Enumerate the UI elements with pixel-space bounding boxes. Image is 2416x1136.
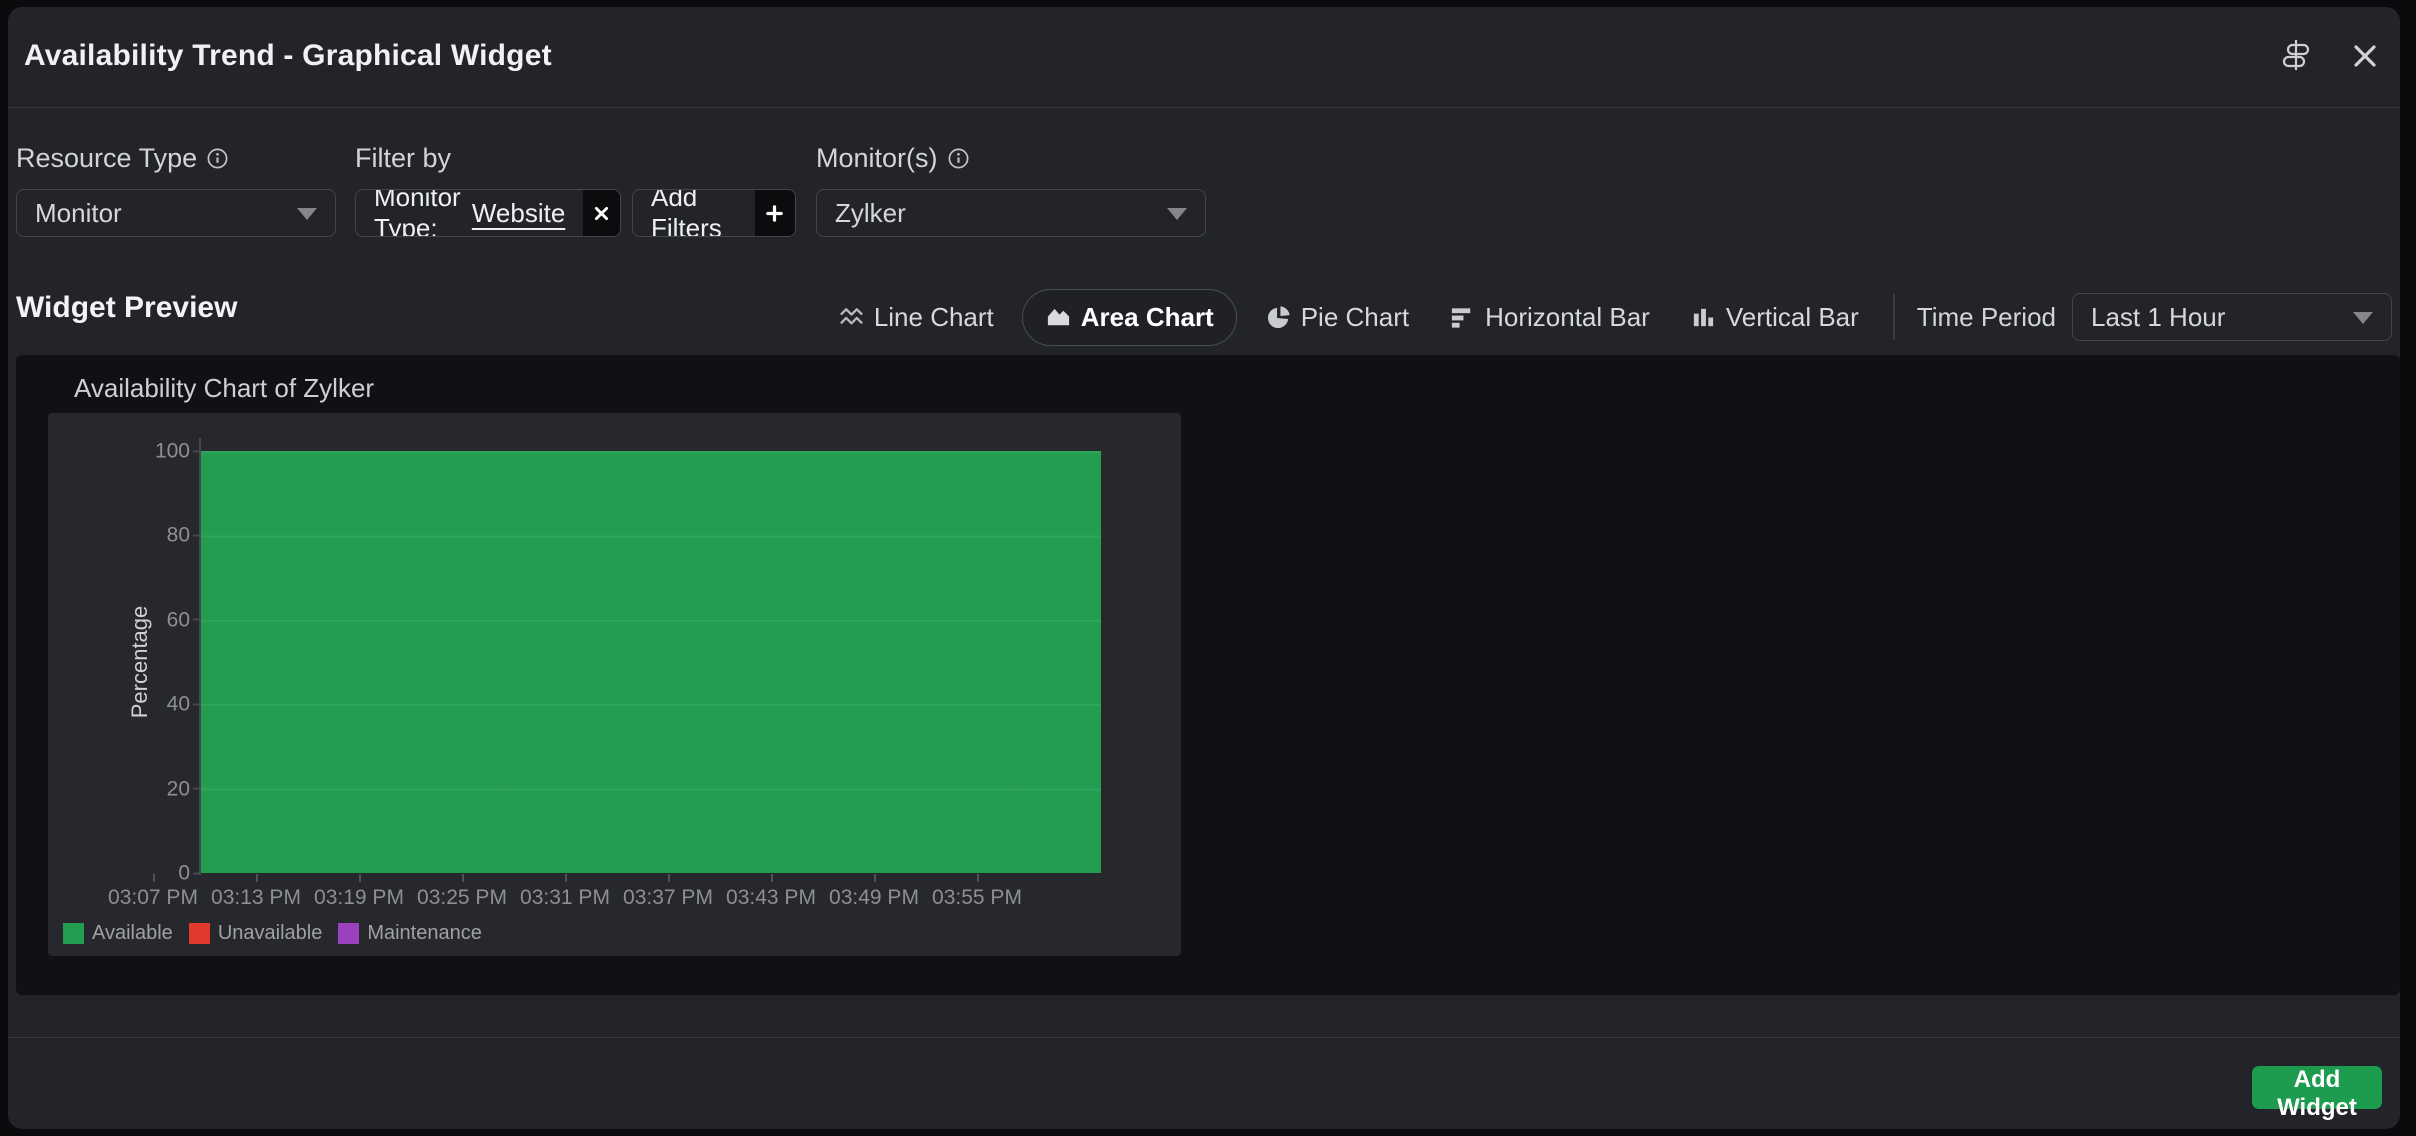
info-icon [206, 147, 229, 170]
x-tick-label: 03:25 PM [412, 886, 512, 910]
x-tick-label: 03:19 PM [309, 886, 409, 910]
widget-layout-icon[interactable] [2278, 37, 2314, 78]
x-tick-mark [359, 874, 361, 882]
x-tick-label: 03:37 PM [618, 886, 718, 910]
x-tick-label: 03:31 PM [515, 886, 615, 910]
filter-by-label: Filter by [355, 143, 451, 174]
line-chart-icon [838, 304, 865, 331]
y-tick-label: 40 [167, 694, 190, 715]
tab-label: Line Chart [874, 302, 994, 333]
gridlines [201, 451, 1101, 873]
monitors-label: Monitor(s) [816, 143, 970, 174]
x-tick-label: 03:55 PM [927, 886, 1027, 910]
graphical-widget-dialog: Availability Trend - Graphical Widget Re… [8, 7, 2400, 1129]
y-tick-label: 60 [167, 609, 190, 630]
remove-filter-x-icon [593, 205, 610, 222]
tab-label: Horizontal Bar [1485, 302, 1650, 333]
tab-pie-chart[interactable]: Pie Chart [1261, 290, 1413, 345]
plus-icon [765, 204, 784, 223]
add-filters-label: Add Filters [633, 190, 755, 236]
tab-label: Pie Chart [1301, 302, 1409, 333]
chevron-down-icon [297, 208, 317, 220]
filter-chip-text[interactable]: Monitor Type: Website [356, 190, 583, 236]
x-tick-mark [771, 874, 773, 882]
legend-item[interactable]: Available [63, 922, 173, 945]
legend-swatch-maintenance [338, 923, 359, 944]
x-tick-label: 03:13 PM [206, 886, 306, 910]
tab-label: Vertical Bar [1726, 302, 1859, 333]
pie-chart-icon [1265, 304, 1292, 331]
tab-line-chart[interactable]: Line Chart [834, 290, 998, 345]
chart-title: Availability Chart of Zylker [74, 373, 374, 404]
time-period-select[interactable]: Last 1 Hour [2072, 293, 2392, 341]
y-tick-label: 0 [178, 863, 190, 884]
time-period-value: Last 1 Hour [2091, 302, 2225, 333]
availability-chart: 020406080100 Percentage 03:07 PM03:13 PM… [48, 413, 1181, 956]
x-tick-mark [153, 874, 155, 882]
remove-filter-button[interactable] [583, 190, 620, 236]
header-divider [8, 107, 2400, 108]
x-tick-mark [462, 874, 464, 882]
x-tick-mark [565, 874, 567, 882]
dialog-title: Availability Trend - Graphical Widget [24, 39, 552, 73]
info-icon [947, 147, 970, 170]
monitors-select[interactable]: Zylker [816, 189, 1206, 237]
resource-type-select[interactable]: Monitor [16, 189, 336, 237]
legend-swatch-unavailable [189, 923, 210, 944]
close-icon[interactable] [2350, 41, 2380, 76]
x-tick-label: 03:49 PM [824, 886, 924, 910]
tabs-separator [1893, 294, 1895, 340]
add-widget-button[interactable]: Add Widget [2252, 1066, 2382, 1109]
resource-type-value: Monitor [35, 198, 122, 229]
horizontal-bar-icon [1449, 304, 1476, 331]
x-tick-label: 03:43 PM [721, 886, 821, 910]
monitor-type-filter-chip: Monitor Type: Website [355, 189, 621, 237]
widget-preview-panel: Availability Chart of Zylker 0 20 40 60 80 10… [16, 355, 2400, 995]
monitors-value: Zylker [835, 198, 906, 229]
tab-horizontal-bar[interactable]: Horizontal Bar [1445, 290, 1654, 345]
y-axis-labels: 020406080100 [48, 451, 190, 873]
add-filters-chip: Add Filters [632, 189, 796, 237]
x-tick-mark [977, 874, 979, 882]
legend-swatch-available [63, 923, 84, 944]
chart-legend: Available Unavailable Maintenance [63, 922, 482, 945]
x-axis-labels: 03:07 PM03:13 PM03:19 PM03:25 PM03:31 PM… [103, 886, 1163, 914]
widget-preview-heading: Widget Preview [16, 291, 237, 325]
legend-item[interactable]: Unavailable [189, 922, 323, 945]
chart-type-tabs: Line Chart Area Chart Pie Chart Horizont… [818, 287, 2392, 347]
y-tick-label: 80 [167, 525, 190, 546]
time-period-label: Time Period [1917, 302, 2056, 333]
filter-chip-value[interactable]: Website [472, 198, 565, 229]
y-tick-label: 20 [167, 778, 190, 799]
y-tick-label: 100 [155, 441, 190, 462]
tab-area-chart[interactable]: Area Chart [1022, 289, 1237, 346]
footer-divider [8, 1037, 2400, 1038]
x-tick-mark [256, 874, 258, 882]
x-tick-mark [668, 874, 670, 882]
chevron-down-icon [2353, 312, 2373, 324]
tab-label: Area Chart [1081, 302, 1214, 333]
x-tick-label: 03:07 PM [103, 886, 203, 910]
filter-chip-label: Monitor Type: [374, 189, 462, 237]
legend-item[interactable]: Maintenance [338, 922, 482, 945]
chevron-down-icon [1167, 208, 1187, 220]
add-filter-button[interactable] [755, 190, 795, 236]
vertical-bar-icon [1690, 304, 1717, 331]
area-series-available [201, 451, 1101, 873]
plot-area [201, 451, 1101, 873]
area-chart-icon [1045, 304, 1072, 331]
x-tick-mark [874, 874, 876, 882]
tab-vertical-bar[interactable]: Vertical Bar [1686, 290, 1863, 345]
resource-type-label: Resource Type [16, 143, 229, 174]
